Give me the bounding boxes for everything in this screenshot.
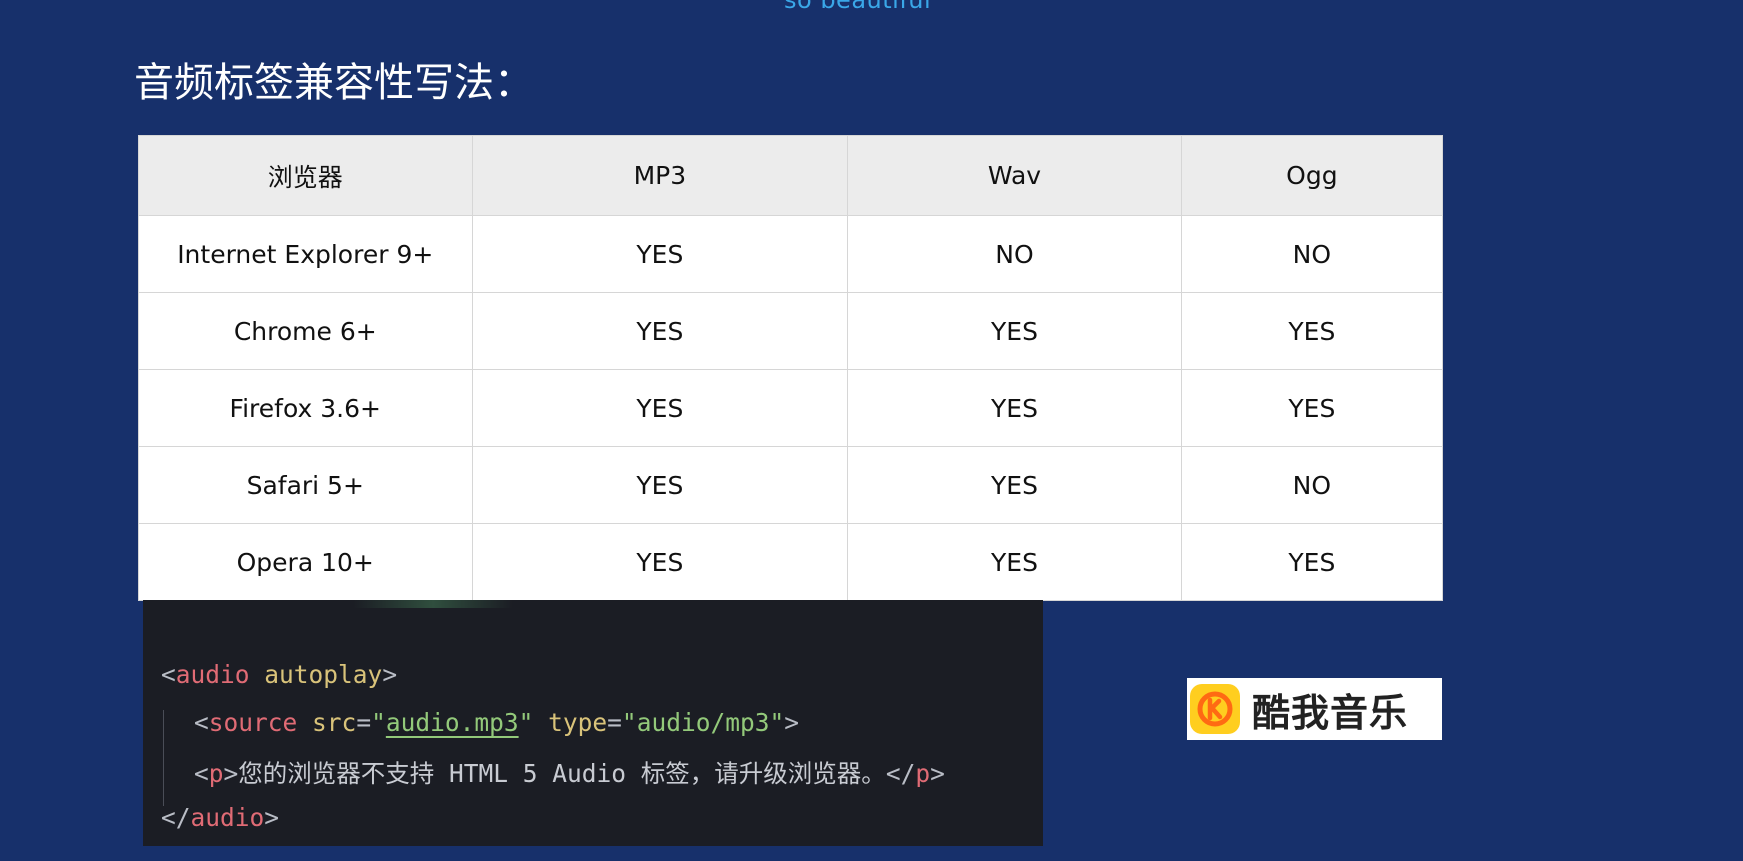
top-caption: so beautiful (784, 0, 932, 14)
code-highlight-fade (353, 600, 513, 608)
wav-cell: YES (847, 523, 1182, 601)
header-browser: 浏览器 (138, 135, 473, 216)
ogg-cell: NO (1180, 446, 1444, 524)
browser-cell: Chrome 6+ (138, 292, 473, 370)
code-line-audio-close: </audio> (161, 803, 280, 832)
mp3-cell: YES (471, 369, 849, 447)
code-line-audio-open: <audio autoplay> (161, 660, 398, 689)
header-ogg: Ogg (1180, 135, 1444, 216)
code-snippet: <audio autoplay> <source src="audio.mp3"… (143, 600, 1043, 846)
wav-cell: YES (847, 446, 1182, 524)
ogg-cell: YES (1180, 292, 1444, 370)
table-row: Internet Explorer 9+ YES NO NO (138, 215, 1444, 293)
table-row: Opera 10+ YES YES YES (138, 523, 1444, 601)
kuwo-music-icon (1190, 684, 1240, 734)
kuwo-k-glyph-icon (1197, 691, 1233, 727)
logo-text: 酷我音乐 (1252, 690, 1409, 735)
table-row: Chrome 6+ YES YES YES (138, 292, 1444, 370)
browser-cell: Opera 10+ (138, 523, 473, 601)
mp3-cell: YES (471, 292, 849, 370)
header-mp3: MP3 (471, 135, 849, 216)
code-line-fallback: <p>您的浏览器不支持 HTML 5 Audio 标签，请升级浏览器。</p> (194, 759, 945, 788)
mp3-cell: YES (471, 215, 849, 293)
header-wav: Wav (847, 135, 1182, 216)
wav-cell: YES (847, 292, 1182, 370)
ogg-cell: NO (1180, 215, 1444, 293)
indent-guide (163, 710, 164, 806)
table-row: Firefox 3.6+ YES YES YES (138, 369, 1444, 447)
browser-cell: Firefox 3.6+ (138, 369, 473, 447)
table-row: Safari 5+ YES YES NO (138, 446, 1444, 524)
ogg-cell: YES (1180, 369, 1444, 447)
wav-cell: YES (847, 369, 1182, 447)
browser-cell: Internet Explorer 9+ (138, 215, 473, 293)
browser-cell: Safari 5+ (138, 446, 473, 524)
code-line-source: <source src="audio.mp3" type="audio/mp3"… (194, 708, 799, 737)
kuwo-music-logo: 酷我音乐 (1187, 678, 1442, 740)
page-title: 音频标签兼容性写法： (134, 60, 534, 106)
wav-cell: NO (847, 215, 1182, 293)
mp3-cell: YES (471, 446, 849, 524)
audio-compatibility-table: 浏览器 MP3 Wav Ogg Internet Explorer 9+ YES… (138, 135, 1444, 601)
table-header-row: 浏览器 MP3 Wav Ogg (138, 135, 1444, 216)
mp3-cell: YES (471, 523, 849, 601)
ogg-cell: YES (1180, 523, 1444, 601)
